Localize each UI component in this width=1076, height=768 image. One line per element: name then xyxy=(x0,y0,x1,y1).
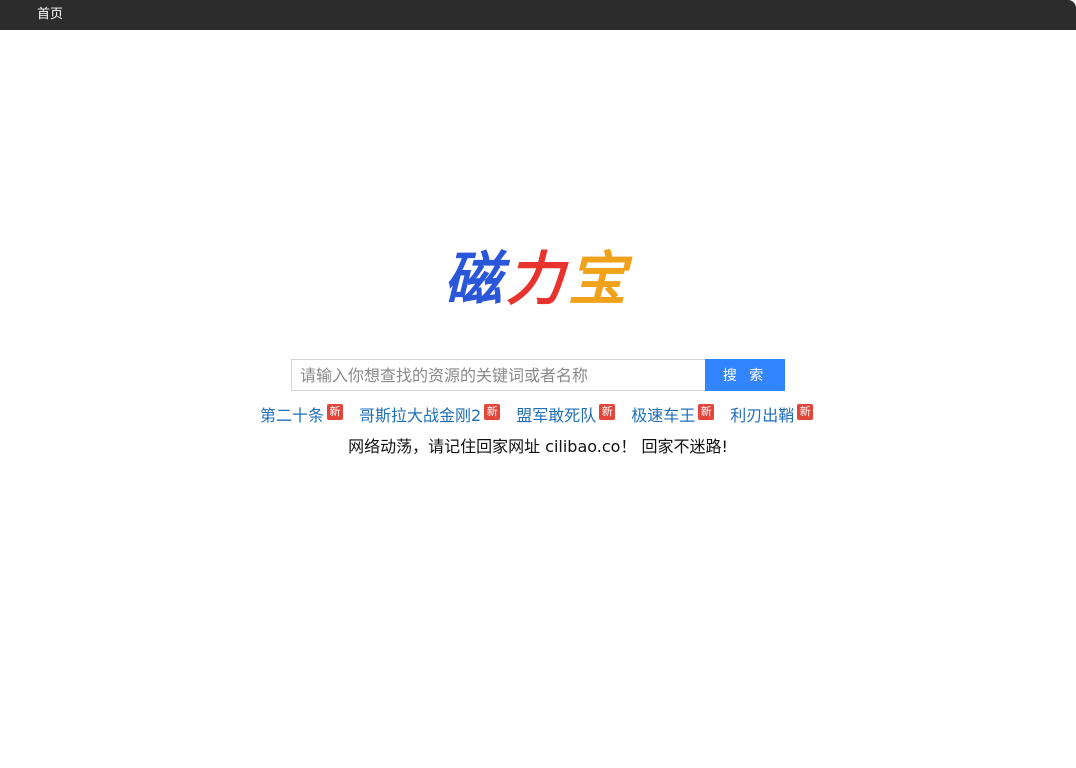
hot-keyword-link-1[interactable]: 第二十条 xyxy=(260,402,324,426)
site-logo: 磁 力 宝 xyxy=(444,246,628,312)
top-navbar: 首页 xyxy=(0,0,1076,30)
hot-keyword-item: 盟军敢死队 新 xyxy=(516,402,616,426)
new-badge-icon: 新 xyxy=(484,404,501,420)
hot-keyword-item: 极速车王 新 xyxy=(631,402,715,426)
logo-char-1: 磁 xyxy=(444,245,507,313)
search-input[interactable] xyxy=(291,359,705,391)
hot-keywords-list: 第二十条 新 哥斯拉大战金刚2 新 盟军敢死队 新 极速车王 新 利刃出鞘 新 xyxy=(260,402,840,426)
search-button[interactable]: 搜 索 xyxy=(705,359,785,391)
hot-keyword-link-4[interactable]: 极速车王 xyxy=(631,402,695,426)
search-form: 搜 索 xyxy=(291,359,785,391)
new-badge-icon: 新 xyxy=(797,404,814,420)
hot-keyword-item: 第二十条 新 xyxy=(260,402,344,426)
hot-keyword-link-3[interactable]: 盟军敢死队 xyxy=(516,402,596,426)
hot-keyword-link-5[interactable]: 利刃出鞘 xyxy=(730,402,794,426)
logo-char-2: 力 xyxy=(506,245,569,313)
domain-notice: 网络动荡，请记住回家网址 cilibao.co！ 回家不迷路! xyxy=(348,437,728,456)
hot-keyword-link-2[interactable]: 哥斯拉大战金刚2 xyxy=(359,402,481,426)
nav-home-link[interactable]: 首页 xyxy=(37,7,63,23)
hot-keyword-item: 哥斯拉大战金刚2 新 xyxy=(359,402,501,426)
new-badge-icon: 新 xyxy=(327,404,344,420)
logo-char-3: 宝 xyxy=(568,245,631,313)
new-badge-icon: 新 xyxy=(698,404,715,420)
hot-keyword-item: 利刃出鞘 新 xyxy=(730,402,814,426)
new-badge-icon: 新 xyxy=(599,404,616,420)
